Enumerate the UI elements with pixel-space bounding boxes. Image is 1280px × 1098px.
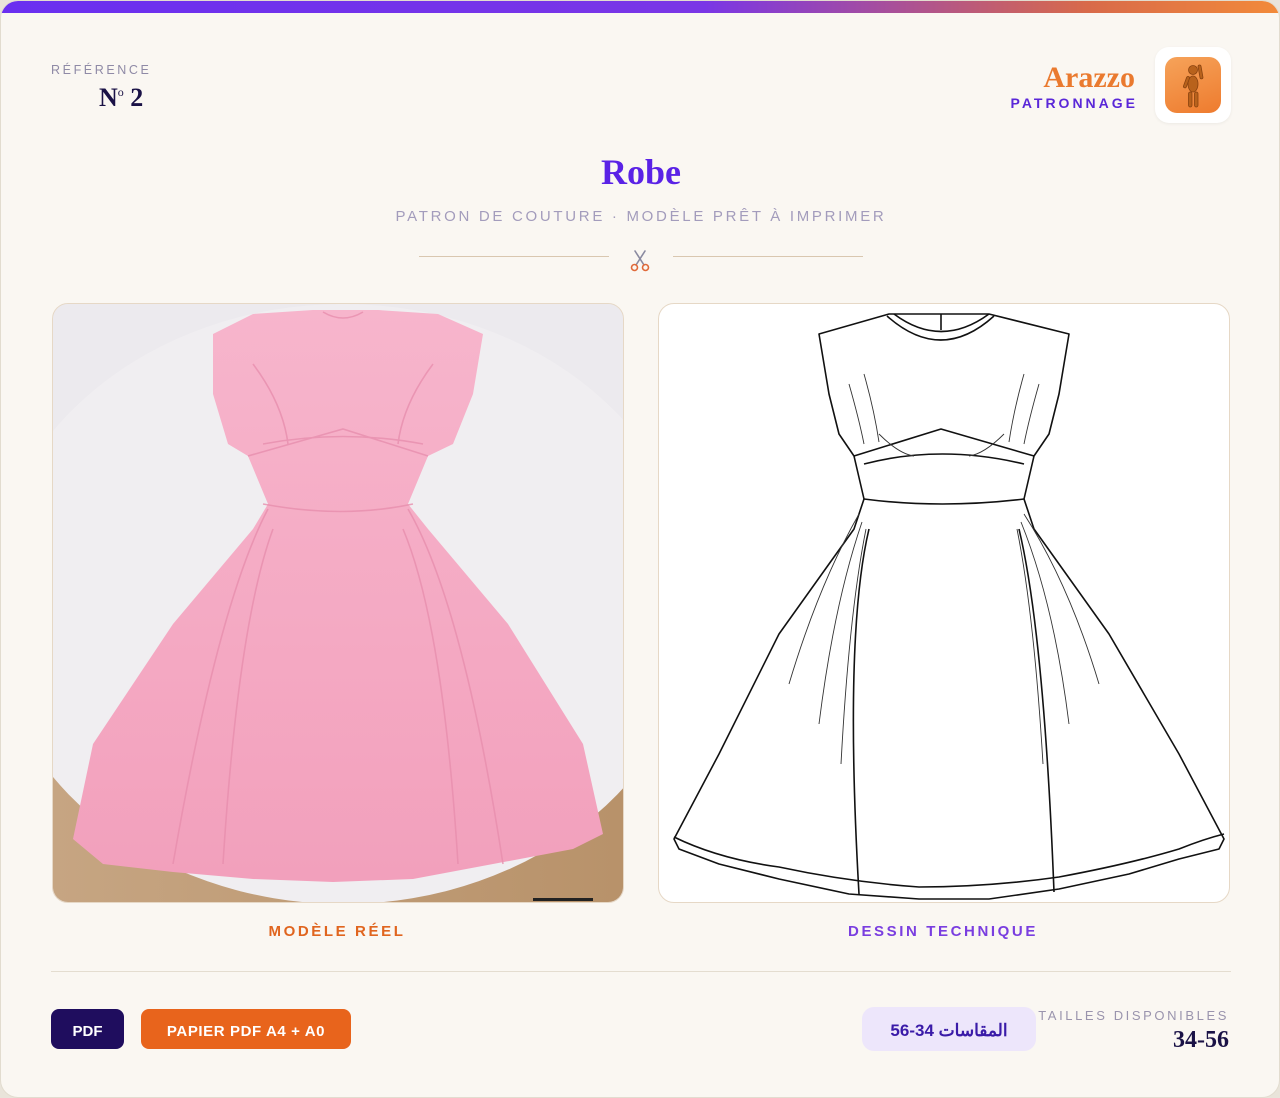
gradient-top-bar bbox=[1, 1, 1279, 13]
brand-block: Arazzo PATRONNAGE bbox=[1010, 61, 1138, 112]
real-model-photo bbox=[52, 303, 624, 903]
brand-logo bbox=[1155, 47, 1231, 123]
footer-divider bbox=[51, 971, 1231, 972]
reference-prefix: N bbox=[99, 83, 118, 112]
scissors-icon bbox=[627, 247, 653, 273]
page-title: Robe bbox=[601, 152, 681, 192]
divider-left bbox=[419, 256, 609, 257]
sizes-value: 34-56 bbox=[1173, 1027, 1229, 1053]
wooden-mannequin-icon bbox=[1165, 57, 1221, 113]
technical-drawing bbox=[658, 303, 1230, 903]
brand-name: Arazzo bbox=[1043, 61, 1135, 94]
reference-value: 2 bbox=[130, 83, 144, 112]
reference-sup: o bbox=[117, 85, 124, 99]
arabic-sizes-badge: المقاسات 34-56 bbox=[862, 1007, 1036, 1051]
divider-right bbox=[673, 256, 863, 257]
pdf-badge[interactable]: PDF bbox=[51, 1009, 124, 1049]
brand-subtitle: PATRONNAGE bbox=[1010, 95, 1138, 111]
pattern-card: RÉFÉRENCE No 2 Arazzo PATRONNAGE Robe PA… bbox=[0, 0, 1280, 1098]
page-subtitle: PATRON DE COUTURE · MODÈLE PRÊT À IMPRIM… bbox=[395, 208, 887, 225]
paper-format-badge[interactable]: PAPIER PDF A4 + A0 bbox=[141, 1009, 351, 1049]
reference-block: RÉFÉRENCE No 2 bbox=[51, 63, 152, 112]
reference-label: RÉFÉRENCE bbox=[51, 63, 152, 77]
photo-caption: MODÈLE RÉEL bbox=[268, 923, 406, 940]
available-sizes: TAILLES DISPONIBLES 34-56 bbox=[1038, 1008, 1229, 1054]
technical-caption: DESSIN TECHNIQUE bbox=[848, 923, 1038, 940]
sizes-label: TAILLES DISPONIBLES bbox=[1038, 1008, 1229, 1023]
reference-number: No 2 bbox=[99, 83, 143, 113]
